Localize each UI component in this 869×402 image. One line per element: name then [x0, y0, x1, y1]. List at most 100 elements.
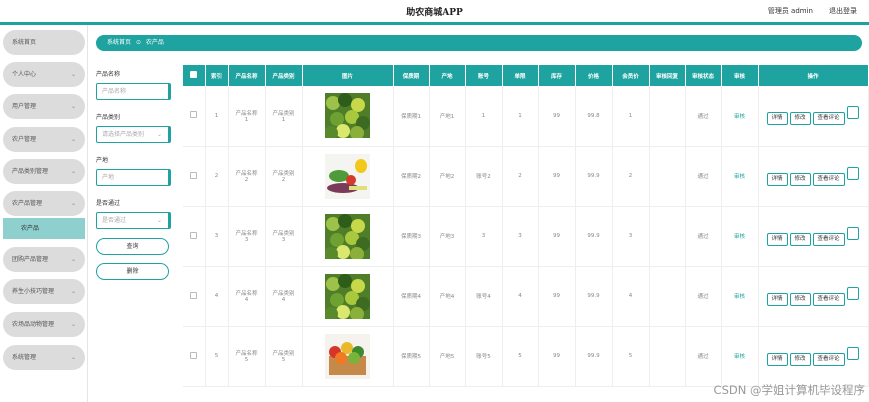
cell-audit[interactable]: 审核: [721, 146, 759, 207]
view-comments-button[interactable]: 查看评论: [812, 112, 845, 126]
category-select[interactable]: 请选择产品类别 ⌄: [96, 126, 171, 143]
row-select-cell[interactable]: [183, 326, 206, 387]
chevron-down-icon: ⌄: [70, 103, 76, 110]
sidebar-item[interactable]: 产品类别管理 ⌄: [3, 159, 85, 184]
edit-button[interactable]: 修改: [789, 112, 811, 126]
row-select-cell[interactable]: [183, 266, 206, 327]
view-comments-button[interactable]: 查看评论: [812, 352, 845, 366]
detail-button[interactable]: 详情: [766, 292, 788, 306]
cell-member_price: 4: [612, 266, 650, 327]
cell-actions: 详情 修改 查看评论: [758, 266, 869, 327]
cell-shelf: 保质期2: [393, 146, 430, 207]
app-title: 助农商城APP: [406, 8, 463, 18]
chevron-down-icon: ⌄: [70, 256, 76, 263]
sidebar-item[interactable]: 系统首页: [3, 30, 85, 55]
chevron-down-icon: ⌄: [70, 200, 76, 207]
product-table: 索引 产品名称 产品类别 图片 保质期 产地 账号 单限 库存 价格 会员价 审核回复 审核状态 审核 操作…: [183, 65, 869, 387]
cell-origin: 产地5: [429, 326, 466, 387]
cell-status: 通过: [685, 86, 722, 147]
detail-button[interactable]: 详情: [766, 352, 788, 366]
chevron-down-icon: ⌄: [156, 217, 162, 224]
more-button[interactable]: [846, 166, 859, 180]
sidebar-item[interactable]: 团购产品管理 ⌄: [3, 247, 85, 272]
row-checkbox[interactable]: [190, 291, 198, 299]
cell-stock: 99: [538, 326, 576, 387]
column-header: 索引: [205, 65, 229, 86]
sidebar: 系统首页个人中心 ⌄ 用户管理 ⌄ 农户管理 ⌄ 产品类别管理 ⌄ 农产品管理 ⌄ 农产品团购产品管…: [0, 25, 88, 402]
origin-input[interactable]: 产地: [96, 169, 171, 186]
more-button[interactable]: [846, 226, 859, 240]
cell-shelf: 保质期3: [393, 206, 430, 267]
column-header: 库存: [538, 65, 576, 86]
sidebar-item[interactable]: 用户管理 ⌄: [3, 94, 85, 119]
edit-button[interactable]: 修改: [789, 232, 811, 246]
sidebar-item-label: 团购产品管理: [12, 256, 49, 263]
delete-button[interactable]: 删除: [96, 263, 169, 280]
row-select-cell[interactable]: [183, 146, 206, 207]
sidebar-item-label: 养生小技巧管理: [12, 288, 55, 295]
cell-status: 通过: [685, 266, 722, 327]
select-all-checkbox[interactable]: [190, 71, 198, 78]
search-button[interactable]: 查询: [96, 238, 169, 255]
cell-price: 99.9: [575, 206, 613, 267]
product-table-wrapper: 索引 产品名称 产品类别 图片 保质期 产地 账号 单限 库存 价格 会员价 审核回复 审核状态 审核 操作…: [183, 65, 869, 402]
table-row: 5 产品名称 5 产品类别 5 保质期5 产地5 账号5 5 99 99.9 5 通过 审核 详情 修改查…: [183, 326, 869, 387]
sidebar-item[interactable]: 农户管理 ⌄: [3, 127, 85, 152]
chevron-down-icon: ⌄: [70, 71, 76, 78]
more-button[interactable]: [846, 286, 859, 300]
chevron-down-icon: ⌄: [70, 136, 76, 143]
breadcrumb-current: 农产品: [145, 39, 164, 46]
pass-select[interactable]: 是否通过 ⌄: [96, 212, 171, 229]
cell-category: 产品类别 2: [265, 146, 303, 207]
edit-button[interactable]: 修改: [789, 352, 811, 366]
sidebar-item[interactable]: 农产品管理 ⌄: [3, 191, 85, 216]
view-comments-button[interactable]: 查看评论: [812, 292, 845, 306]
cell-shelf: 保质期1: [393, 86, 430, 147]
cell-origin: 产地4: [429, 266, 466, 327]
select-all-cell[interactable]: [183, 65, 206, 86]
breadcrumb-home[interactable]: 系统首页: [107, 39, 131, 46]
row-checkbox[interactable]: [190, 351, 198, 359]
edit-button[interactable]: 修改: [789, 172, 811, 186]
edit-button[interactable]: 修改: [789, 292, 811, 306]
row-select-cell[interactable]: [183, 206, 206, 267]
column-header: 审核回复: [649, 65, 686, 86]
table-row: 3 产品名称 3 产品类别 3 保质期3 产地3 3 3 99 99.9 3 通过 审核 详情 修改 查看评…: [183, 206, 869, 267]
cell-price: 99.9: [575, 266, 613, 327]
cell-stock: 99: [538, 206, 576, 267]
detail-button[interactable]: 详情: [766, 172, 788, 186]
cell-audit[interactable]: 审核: [721, 206, 759, 267]
chevron-down-icon: ⌄: [70, 168, 76, 175]
more-button[interactable]: [846, 346, 859, 360]
detail-button[interactable]: 详情: [766, 232, 788, 246]
green-vegetables-image: [325, 273, 370, 319]
cell-status: 通过: [685, 146, 722, 207]
sidebar-item[interactable]: 养生小技巧管理 ⌄: [3, 279, 85, 304]
breadcrumb-separator: ⊙: [135, 39, 141, 46]
row-checkbox[interactable]: [190, 171, 198, 179]
more-button[interactable]: [846, 106, 859, 120]
cell-stock: 99: [538, 266, 576, 327]
sidebar-item[interactable]: 系统管理 ⌄: [3, 345, 85, 370]
logout-link[interactable]: 退出登录: [829, 6, 857, 16]
cell-origin: 产地1: [429, 86, 466, 147]
cell-reply: [649, 86, 686, 147]
table-header-row: 索引 产品名称 产品类别 图片 保质期 产地 账号 单限 库存 价格 会员价 审核回复 审核状态 审核 操作: [183, 65, 869, 86]
sidebar-item[interactable]: 个人中心 ⌄: [3, 62, 85, 87]
cell-status: 通过: [685, 326, 722, 387]
cell-audit[interactable]: 审核: [721, 266, 759, 327]
sidebar-subitem-active[interactable]: 农产品: [3, 218, 85, 239]
detail-button[interactable]: 详情: [766, 112, 788, 126]
cell-audit[interactable]: 审核: [721, 86, 759, 147]
column-header: 单限: [502, 65, 539, 86]
row-checkbox[interactable]: [190, 231, 198, 239]
view-comments-button[interactable]: 查看评论: [812, 172, 845, 186]
row-checkbox[interactable]: [190, 111, 198, 119]
name-input[interactable]: 产品名称: [96, 83, 171, 100]
sidebar-item[interactable]: 农场品动物管理 ⌄: [3, 312, 85, 337]
cell-reply: [649, 326, 686, 387]
cell-audit[interactable]: 审核: [721, 326, 759, 387]
cell-member_price: 3: [612, 206, 650, 267]
row-select-cell[interactable]: [183, 86, 206, 147]
view-comments-button[interactable]: 查看评论: [812, 232, 845, 246]
